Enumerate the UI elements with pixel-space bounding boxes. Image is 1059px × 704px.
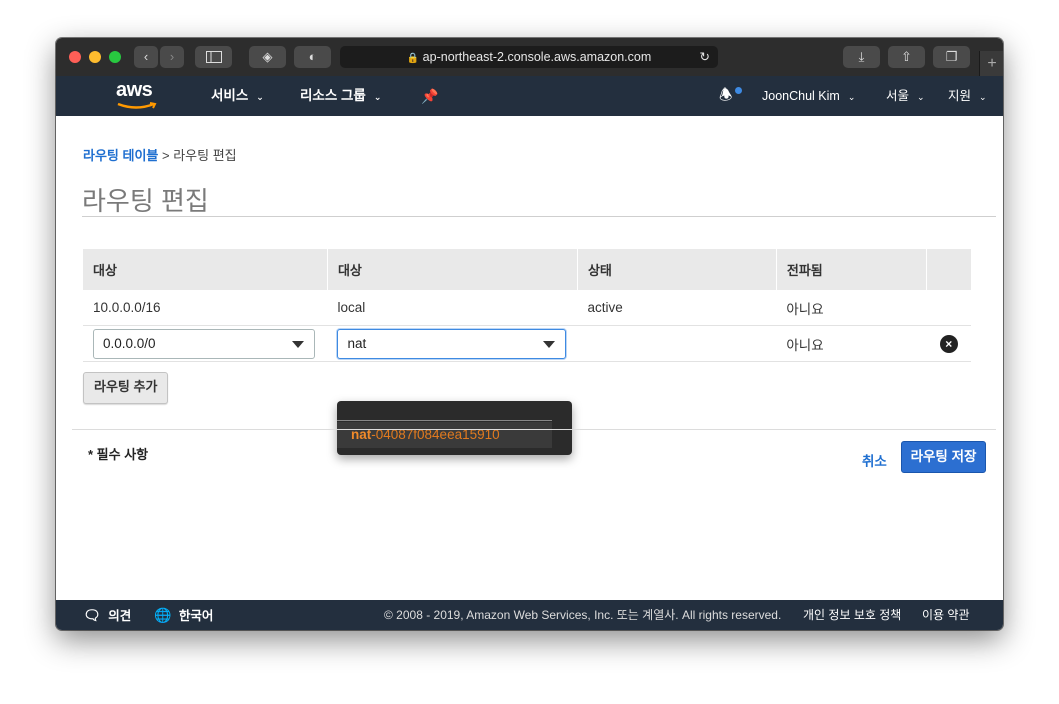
route-propagated: 아니요 [776,290,927,326]
user-name: JoonChul Kim [762,89,840,103]
privacy-policy-link[interactable]: 개인 정보 보호 정책 [803,600,901,630]
route-destination: 10.0.0.0/16 [83,290,328,326]
chevron-down-icon: ⌄ [917,92,925,102]
zoom-window-button[interactable] [109,51,121,63]
breadcrumb: 라우팅 테이블 > 라우팅 편집 [83,145,237,164]
share-icon[interactable]: ⇧ [888,46,925,68]
console-footer: 🗨 의견 🌐 한국어 © 2008 - 2019, Amazon Web Ser… [56,600,1003,630]
remove-route-icon[interactable]: × [939,334,958,353]
extension-icon[interactable]: ◐ [294,46,331,68]
cancel-button[interactable]: 취소 [862,450,887,470]
aws-logo[interactable]: aws [116,79,160,111]
column-header-propagated: 전파됨 [776,249,928,290]
table-row: 0.0.0.0/0 nat 아니요 × [83,325,971,362]
chevron-down-icon: ⌄ [373,92,382,102]
browser-toolbar: ‹ › ◈ ◐ 🔒 ap-northeast-2.console.aws.ama… [56,38,1003,77]
resource-groups-menu[interactable]: 리소스 그룹 ⌄ [300,76,381,116]
save-routes-button[interactable]: 라우팅 저장 [901,441,986,473]
dropdown-divider [337,420,552,421]
route-status: active [577,290,777,326]
route-target: local [327,290,578,326]
column-header-target: 대상 [327,249,578,290]
routes-table: 대상 대상 상태 전파됨 10.0.0.0/16 local active 아니… [83,249,971,362]
language-selector[interactable]: 🌐 한국어 [154,600,213,630]
chevron-down-icon: ⌄ [847,92,856,102]
caret-down-icon [543,340,556,348]
table-header-row: 대상 대상 상태 전파됨 [83,249,971,290]
sidebar-icon[interactable] [195,46,232,68]
column-header-status: 상태 [577,249,777,290]
target-input-value: nat [347,335,367,351]
feedback-link[interactable]: 🗨 의견 [83,600,131,630]
region-label: 서울 [886,89,910,103]
evernote-extension-icon[interactable]: ◈ [249,46,286,68]
chevron-down-icon: ⌄ [979,92,987,102]
destination-select[interactable]: 0.0.0.0/0 [93,328,315,359]
route-propagated: 아니요 [776,325,927,362]
chevron-down-icon: ⌄ [256,92,264,102]
resource-groups-label: 리소스 그룹 [300,88,366,103]
main-content: 라우팅 테이블 > 라우팅 편집 라우팅 편집 대상 대상 상태 전파됨 10.… [56,116,1003,600]
form-divider [72,429,996,430]
region-menu[interactable]: 서울 ⌄ [886,76,925,116]
target-dropdown: nat-04087f084eea15910 [337,401,572,455]
breadcrumb-current: 라우팅 편집 [173,148,237,163]
services-label: 서비스 [211,88,249,103]
table-row: 10.0.0.0/16 local active 아니요 [83,290,971,326]
downloads-icon[interactable]: ⤓ [843,46,880,68]
pin-icon[interactable]: 📌 [421,76,438,116]
nat-gateway-option[interactable]: nat-04087f084eea15910 [337,422,552,448]
title-divider [82,216,996,217]
route-status [577,325,777,362]
forward-icon[interactable]: › [160,46,184,68]
address-bar[interactable]: 🔒 ap-northeast-2.console.aws.amazon.com … [340,46,718,68]
column-header-destination: 대상 [83,249,328,290]
column-header-actions [926,249,971,290]
language-label: 한국어 [178,609,214,623]
terms-link[interactable]: 이용 약관 [922,600,970,630]
account-menu[interactable]: JoonChul Kim ⌄ [762,76,855,116]
feedback-label: 의견 [108,609,132,623]
new-tab-button[interactable]: + [979,51,1003,76]
route-actions [926,290,971,326]
caret-down-icon [292,340,304,348]
minimize-window-button[interactable] [89,51,101,63]
reload-icon[interactable]: ↻ [700,46,710,68]
add-route-button[interactable]: 라우팅 추가 [83,372,169,404]
support-label: 지원 [948,89,972,103]
breadcrumb-route-tables-link[interactable]: 라우팅 테이블 [83,148,158,163]
copyright-text: © 2008 - 2019, Amazon Web Services, Inc.… [384,608,782,622]
tabs-overview-icon[interactable]: ❐ [933,46,970,68]
services-menu[interactable]: 서비스 ⌄ [211,76,264,116]
aws-smile-icon [117,102,157,109]
back-icon[interactable]: ‹ [134,46,158,68]
notification-dot [735,87,742,94]
browser-window: ‹ › ◈ ◐ 🔒 ap-northeast-2.console.aws.ama… [56,38,1003,630]
speech-bubble-icon: 🗨 [83,607,101,623]
url-text: ap-northeast-2.console.aws.amazon.com [422,50,652,64]
close-window-button[interactable] [69,51,81,63]
support-menu[interactable]: 지원 ⌄ [948,76,987,116]
page-title: 라우팅 편집 [82,186,209,216]
aws-logo-text: aws [116,79,153,101]
target-input[interactable]: nat [337,328,567,359]
aws-navbar: aws 서비스 ⌄ 리소스 그룹 ⌄ 📌 🕭 JoonChul Kim ⌄ 서울 ⌄ 지… [56,76,1003,116]
globe-icon: 🌐 [154,607,172,623]
required-note: * 필수 사항 [88,447,149,462]
destination-select-value: 0.0.0.0/0 [103,335,156,351]
lock-icon: 🔒 [406,53,420,64]
bell-icon[interactable]: 🕭 [719,76,742,116]
breadcrumb-separator: > [162,148,170,163]
